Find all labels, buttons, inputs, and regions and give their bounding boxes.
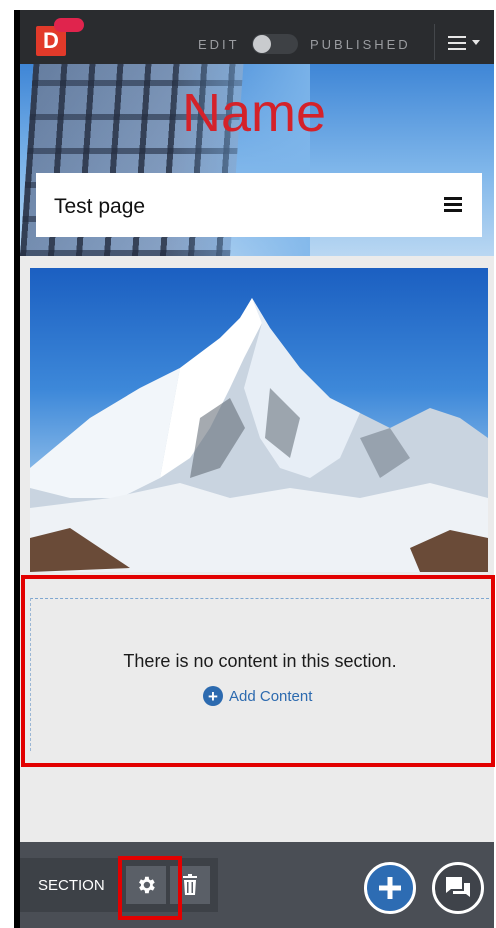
chat-button[interactable] [432, 862, 484, 914]
nav-hamburger-icon[interactable] [444, 197, 464, 213]
topbar-divider [434, 24, 435, 60]
plus-icon [379, 877, 401, 899]
section-toolbar: SECTION [20, 842, 494, 928]
site-name[interactable]: Name [182, 82, 326, 144]
edit-publish-toggle[interactable] [252, 34, 298, 54]
chevron-down-icon [472, 40, 480, 45]
edit-label: EDIT [198, 37, 240, 52]
trash-icon [183, 874, 197, 895]
published-label: PUBLISHED [310, 37, 411, 52]
section-label: SECTION [38, 877, 105, 894]
toggle-knob [253, 35, 271, 53]
editor-top-bar: D EDIT PUBLISHED [20, 10, 494, 64]
mountain-image[interactable] [30, 268, 488, 572]
chat-icon [446, 877, 470, 897]
add-section-button[interactable] [364, 862, 416, 914]
notification-badge [54, 18, 84, 32]
main-menu-button[interactable] [446, 32, 486, 54]
page-navbar: Test page [36, 173, 482, 237]
page-title[interactable]: Test page [54, 195, 145, 219]
gear-highlight-box [118, 856, 182, 920]
section-highlight-box [21, 575, 495, 767]
